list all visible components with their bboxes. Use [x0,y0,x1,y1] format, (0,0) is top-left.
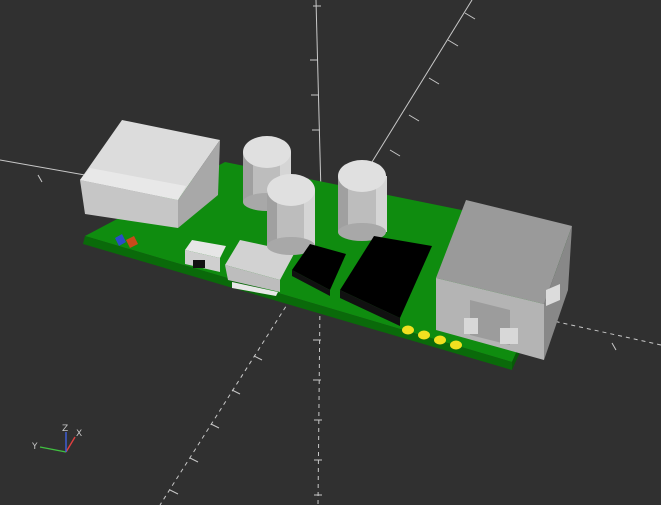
pad-2 [418,330,430,340]
3d-viewport[interactable]: X Y Z [0,0,661,505]
gizmo-x-line [65,436,76,453]
pad-1 [402,325,414,335]
pad-3 [434,335,446,345]
axes-gizmo: X Y Z [31,424,82,453]
switch-knob [193,260,205,268]
axis-y-negative [159,299,291,505]
axis-y-positive [371,0,473,163]
gizmo-y-label: Y [31,442,38,452]
gizmo-x-label: X [76,429,82,439]
axis-z-negative [317,299,321,505]
rj45-tab-right [500,328,518,344]
axis-x-positive [539,317,661,346]
gizmo-z-label: Z [62,424,68,434]
cap-top [243,136,291,168]
scene-canvas[interactable]: X Y Z [0,0,661,505]
rj45-tab-left [464,318,478,334]
gizmo-y-line [39,446,67,453]
cap-top [338,160,386,192]
capacitor-right[interactable] [338,160,387,241]
capacitor-middle[interactable] [267,174,315,255]
cap-top [267,174,315,206]
pad-4 [450,340,462,350]
